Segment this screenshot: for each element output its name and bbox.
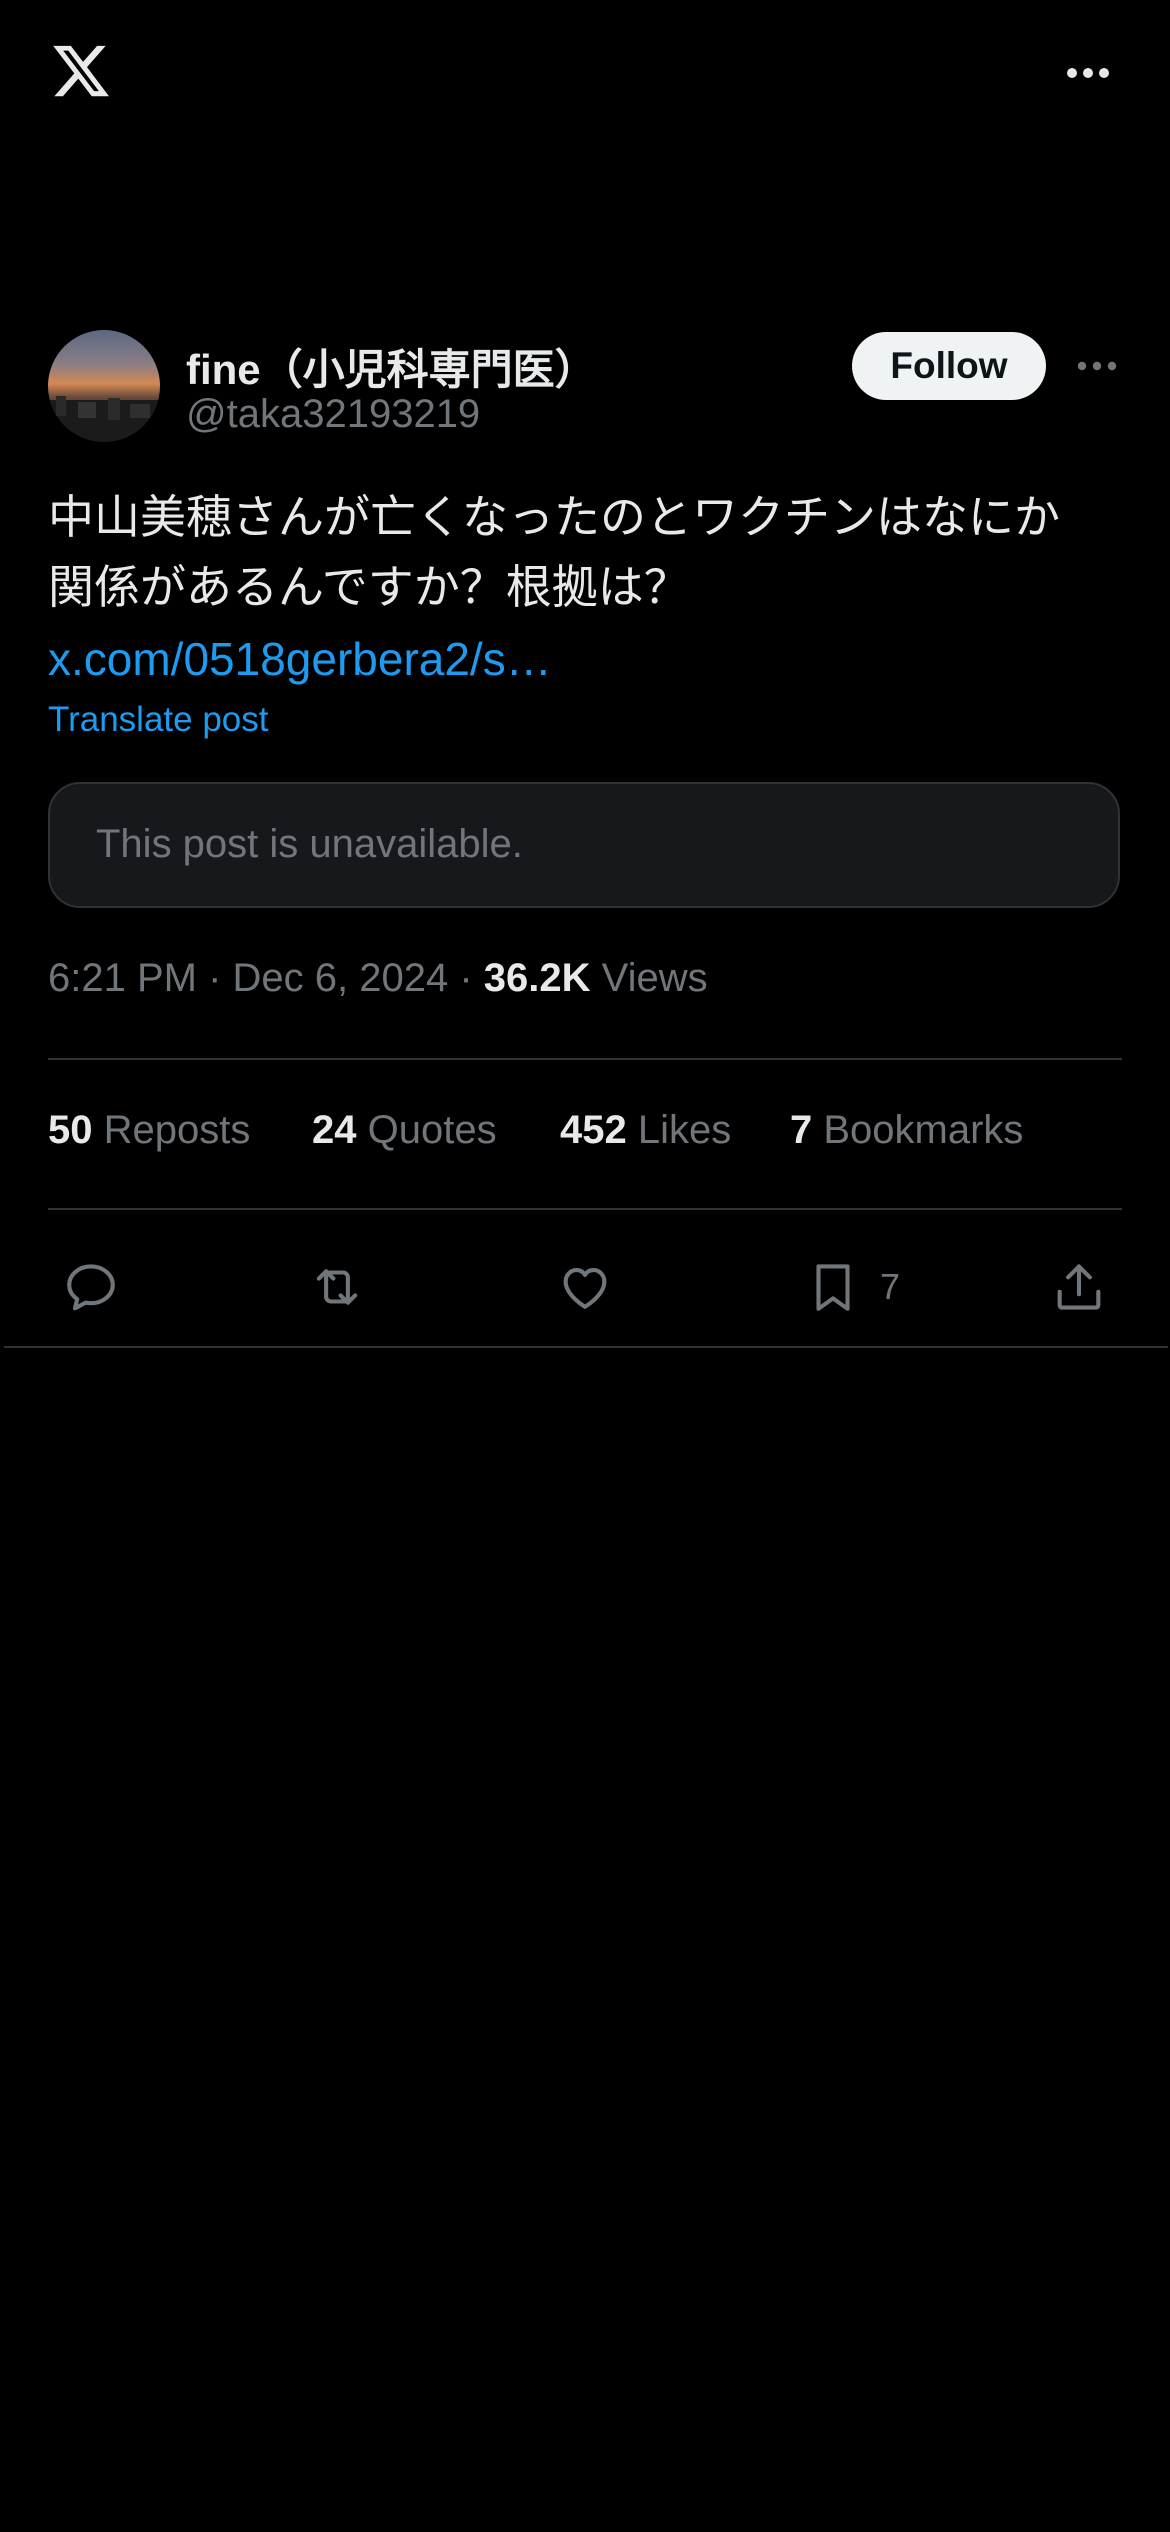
likes-count: 452	[560, 1108, 627, 1152]
reposts-count: 50	[48, 1108, 93, 1152]
stat-bookmarks[interactable]: 7 Bookmarks	[790, 1108, 1023, 1153]
quotes-label: Quotes	[367, 1108, 497, 1152]
author-handle[interactable]: @taka32193219	[186, 392, 480, 437]
views-label: Views	[601, 956, 708, 1000]
post-more-icon[interactable]	[1070, 348, 1124, 384]
x-logo-icon[interactable]	[48, 40, 114, 102]
bookmark-button[interactable]: 7	[804, 1250, 900, 1324]
divider	[48, 1208, 1122, 1210]
like-button[interactable]	[556, 1250, 614, 1324]
stat-quotes[interactable]: 24 Quotes	[312, 1108, 497, 1153]
translate-post-link[interactable]: Translate post	[48, 700, 268, 740]
meta-separator: ·	[448, 956, 484, 1000]
bookmark-icon	[816, 1264, 850, 1311]
heart-icon	[563, 1268, 607, 1309]
top-bar	[0, 0, 1170, 150]
repost-button[interactable]	[308, 1250, 366, 1324]
stat-reposts[interactable]: 50 Reposts	[48, 1108, 250, 1153]
post-metadata: 6:21 PM · Dec 6, 2024 · 36.2K Views	[48, 956, 708, 1001]
share-icon	[1057, 1264, 1101, 1310]
likes-label: Likes	[637, 1108, 732, 1152]
divider	[48, 1058, 1122, 1060]
quoted-post-unavailable: This post is unavailable.	[48, 782, 1120, 908]
bookmarks-count: 7	[790, 1108, 813, 1152]
post-time[interactable]: 6:21 PM	[48, 956, 197, 1000]
more-options-icon[interactable]	[1058, 55, 1118, 91]
post-date[interactable]: Dec 6, 2024	[233, 956, 449, 1000]
reply-icon	[67, 1264, 115, 1311]
meta-separator: ·	[196, 956, 233, 1000]
post-text: 中山美穂さんが亡くなったのとワクチンはなにか 関係があるんですか？根拠は？	[48, 490, 1060, 614]
bookmark-count: 7	[880, 1266, 901, 1307]
reply-button[interactable]	[62, 1250, 120, 1324]
unavailable-text: This post is unavailable.	[96, 822, 523, 866]
action-bar: 7	[0, 1240, 1170, 1340]
stat-likes[interactable]: 452 Likes	[560, 1108, 731, 1153]
bookmarks-label: Bookmarks	[823, 1108, 1024, 1152]
divider	[4, 1346, 1168, 1348]
reposts-label: Reposts	[103, 1108, 251, 1152]
follow-button[interactable]: Follow	[852, 332, 1046, 400]
views-count: 36.2K	[483, 956, 591, 1000]
repost-icon	[316, 1269, 358, 1305]
quotes-count: 24	[312, 1108, 357, 1152]
post-link[interactable]: x.com/0518gerbera2/s…	[48, 624, 552, 694]
avatar[interactable]	[48, 330, 160, 442]
share-button[interactable]	[1050, 1250, 1108, 1324]
author-display-name[interactable]: fine（小児科専門医）	[186, 336, 597, 397]
